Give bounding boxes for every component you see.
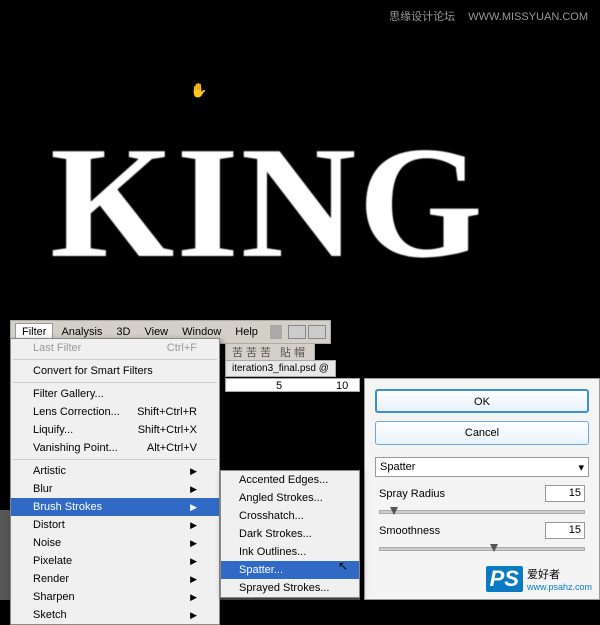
chevron-right-icon: ▶ (190, 538, 197, 549)
menu-item-noise[interactable]: Noise▶ (11, 534, 219, 552)
watermark-top-url: WWW.MISSYUAN.COM (468, 11, 588, 23)
menu-help[interactable]: Help (229, 324, 264, 340)
spray-radius-label: Spray Radius (379, 488, 445, 500)
ruler-tick-5: 5 (276, 380, 282, 392)
menu-separator (13, 459, 217, 460)
slider-thumb-icon[interactable] (390, 507, 398, 515)
menu-item-liquify[interactable]: Liquify... Shift+Ctrl+X (11, 421, 219, 439)
submenu-dark-strokes[interactable]: Dark Strokes... (221, 525, 359, 543)
ruler-tick-10: 10 (336, 380, 348, 392)
ruler: 5 10 (225, 378, 360, 392)
slider-thumb-icon[interactable] (490, 544, 498, 552)
smoothness-slider[interactable] (379, 547, 585, 551)
options-icons[interactable]: 苦苦苦 貼帽 (232, 344, 308, 360)
menu-item-sketch[interactable]: Sketch▶ (11, 606, 219, 624)
ok-button[interactable]: OK (375, 389, 589, 413)
chevron-right-icon: ▶ (190, 610, 197, 621)
submenu-accented-edges[interactable]: Accented Edges... (221, 471, 359, 489)
filter-dropdown-menu: Last Filter Ctrl+F Convert for Smart Fil… (10, 338, 220, 625)
menu-item-sharpen[interactable]: Sharpen▶ (11, 588, 219, 606)
menu-item-brush-strokes[interactable]: Brush Strokes▶ (11, 498, 219, 516)
chevron-right-icon: ▶ (190, 502, 197, 513)
br-icon[interactable] (288, 325, 306, 339)
menu-item-distort[interactable]: Distort▶ (11, 516, 219, 534)
menu-item-filter-gallery[interactable]: Filter Gallery... (11, 385, 219, 403)
smoothness-value[interactable]: 15 (545, 522, 585, 539)
chevron-right-icon: ▶ (190, 592, 197, 603)
chevron-right-icon: ▶ (190, 520, 197, 531)
chevron-right-icon: ▶ (190, 484, 197, 495)
menu-item-last-filter: Last Filter Ctrl+F (11, 339, 219, 357)
filter-select[interactable]: Spatter ▾ (375, 457, 589, 477)
menu-item-render[interactable]: Render▶ (11, 570, 219, 588)
last-filter-label: Last Filter (33, 342, 81, 354)
menu-item-convert-smart[interactable]: Convert for Smart Filters (11, 362, 219, 380)
smoothness-row: Smoothness 15 (375, 522, 589, 539)
cancel-button[interactable]: Cancel (375, 421, 589, 445)
submenu-sprayed-strokes[interactable]: Sprayed Strokes... (221, 579, 359, 597)
chevron-right-icon: ▶ (190, 574, 197, 585)
menu-separator (13, 359, 217, 360)
spray-radius-value[interactable]: 15 (545, 485, 585, 502)
arrow-cursor-icon: ↖ (338, 559, 348, 573)
ps-logo-icon: PS (486, 566, 523, 592)
watermark-bottom: PS 爱好者 www.psahz.com (486, 566, 592, 592)
spray-radius-slider[interactable] (379, 510, 585, 514)
canvas-king-text: KING (50, 110, 485, 295)
menu-item-pixelate[interactable]: Pixelate▶ (11, 552, 219, 570)
chevron-right-icon: ▶ (190, 466, 197, 477)
submenu-angled-strokes[interactable]: Angled Strokes... (221, 489, 359, 507)
watermark-bottom-cn: 爱好者 (527, 566, 592, 582)
menu-item-vanishing-point[interactable]: Vanishing Point... Alt+Ctrl+V (11, 439, 219, 457)
menubar-separator (270, 325, 282, 339)
submenu-crosshatch[interactable]: Crosshatch... (221, 507, 359, 525)
chevron-right-icon: ▶ (190, 556, 197, 567)
document-tab[interactable]: iteration3_final.psd @ (225, 360, 336, 377)
spray-radius-row: Spray Radius 15 (375, 485, 589, 502)
smoothness-label: Smoothness (379, 525, 440, 537)
mb-icon[interactable] (308, 325, 326, 339)
menu-separator (13, 382, 217, 383)
menu-item-blur[interactable]: Blur▶ (11, 480, 219, 498)
watermark-bottom-url: www.psahz.com (527, 582, 592, 592)
watermark-top: 思缘设计论坛 WWW.MISSYUAN.COM (389, 8, 588, 24)
last-filter-shortcut: Ctrl+F (167, 342, 197, 354)
brush-strokes-submenu: Accented Edges... Angled Strokes... Cros… (220, 470, 360, 598)
filter-select-value: Spatter (380, 461, 415, 473)
chevron-down-icon: ▾ (578, 461, 584, 474)
menu-item-artistic[interactable]: Artistic▶ (11, 462, 219, 480)
hand-cursor-icon: ✋ (190, 82, 207, 99)
menu-item-lens-correction[interactable]: Lens Correction... Shift+Ctrl+R (11, 403, 219, 421)
watermark-top-cn: 思缘设计论坛 (389, 11, 455, 23)
